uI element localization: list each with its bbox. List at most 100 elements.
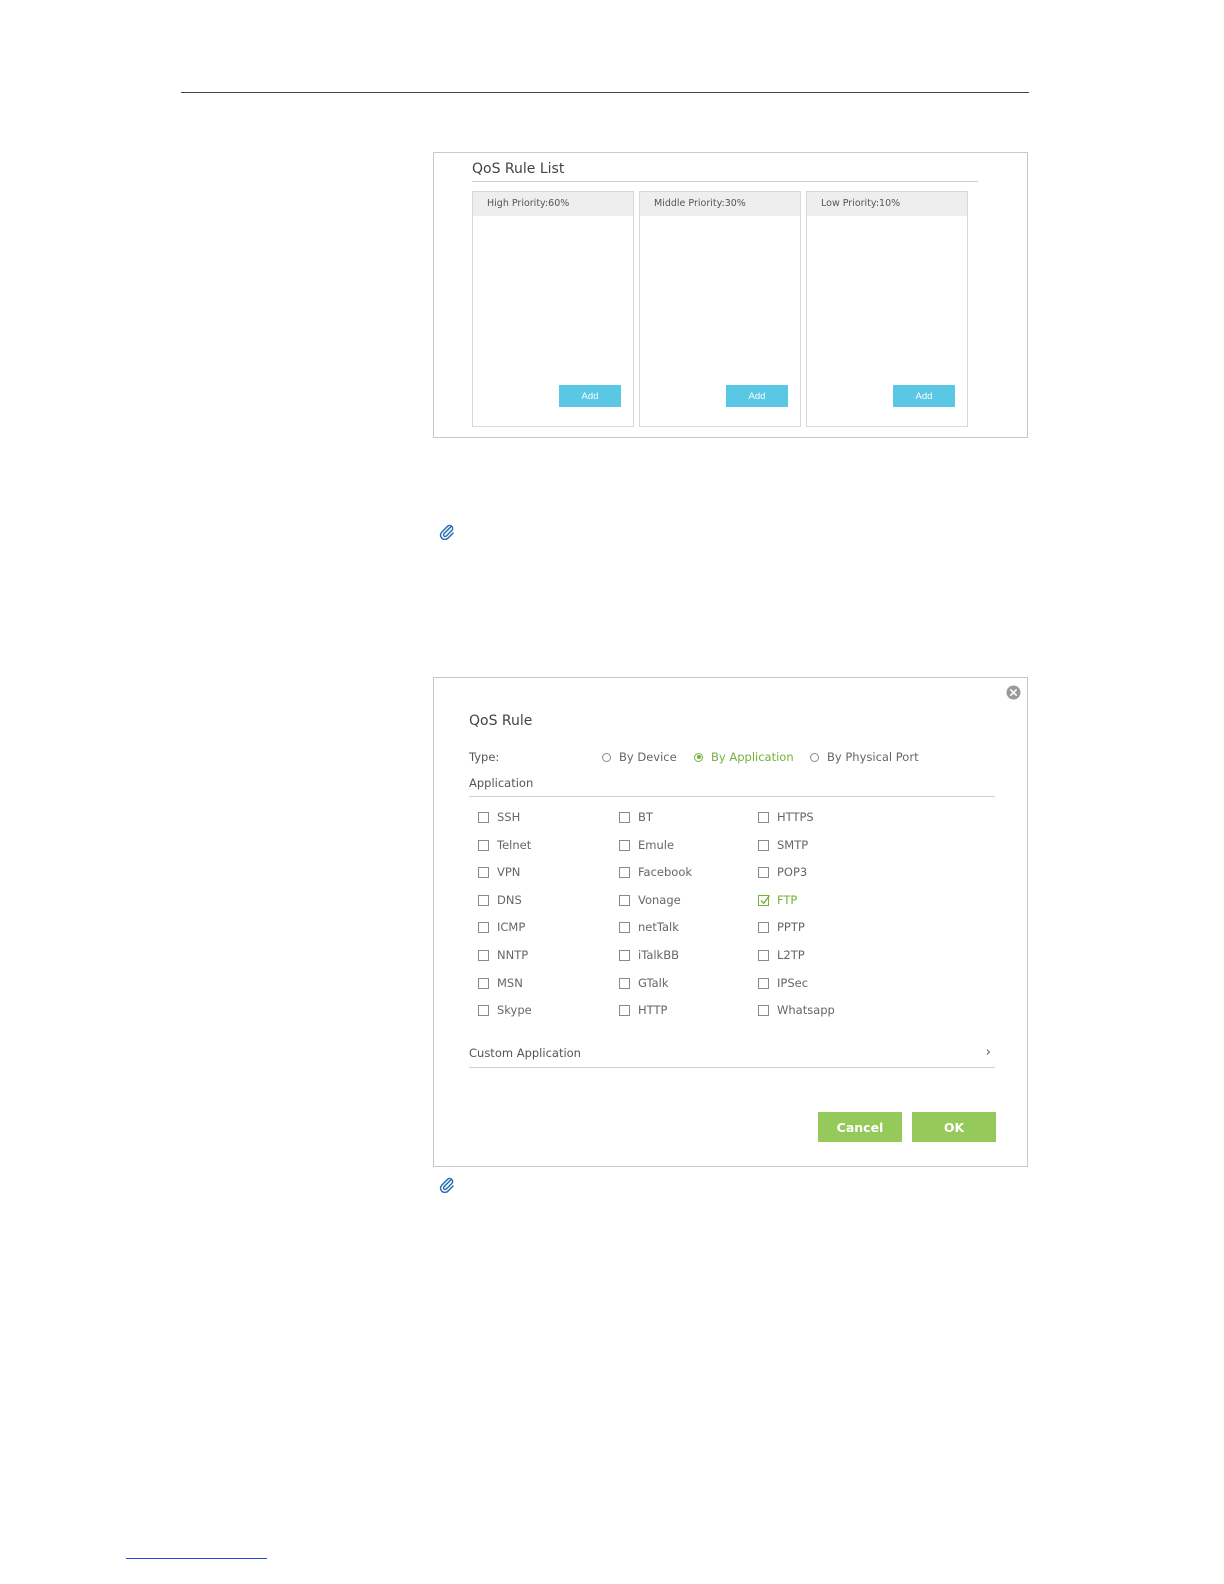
checkbox-box: [478, 1004, 489, 1016]
checkbox-label: BT: [638, 810, 653, 824]
application-label: Application: [469, 776, 534, 790]
custom-application-divider: [469, 1067, 995, 1068]
checkbox-box: [619, 977, 630, 989]
checkbox-box: [619, 921, 630, 933]
chevron-right-icon: ›: [985, 1045, 991, 1060]
checkbox-telnet[interactable]: Telnet: [478, 838, 531, 852]
checkbox-label: DNS: [497, 893, 522, 907]
ok-button[interactable]: OK: [912, 1112, 996, 1142]
radio-label: By Application: [711, 750, 794, 764]
checkbox-box-checked: [758, 894, 771, 906]
checkbox-box: [758, 977, 769, 989]
checkbox-label: iTalkBB: [638, 948, 679, 962]
checkbox-https[interactable]: HTTPS: [758, 810, 814, 824]
checkbox-nettalk[interactable]: netTalk: [619, 920, 679, 934]
add-low-priority-button[interactable]: Add: [893, 385, 955, 407]
checkbox-label: Telnet: [497, 838, 532, 852]
checkbox-label: Skype: [497, 1003, 532, 1017]
checkbox-dns[interactable]: DNS: [478, 893, 522, 907]
application-divider: [469, 796, 995, 797]
checkbox-box: [478, 866, 489, 878]
low-priority-header: Low Priority:10%: [807, 192, 967, 216]
checkbox-ssh[interactable]: SSH: [478, 810, 520, 824]
checkbox-box: [758, 866, 769, 878]
qos-rule-dialog: QoS Rule Type: By Device By Application …: [433, 677, 1028, 1167]
checkbox-box: [619, 866, 630, 878]
checkbox-box: [478, 949, 489, 961]
checkbox-label: HTTPS: [777, 810, 814, 824]
rule-list-title: QoS Rule List: [472, 161, 565, 177]
checkbox-whatsapp[interactable]: Whatsapp: [758, 1003, 835, 1017]
checkbox-ftp[interactable]: FTP: [758, 893, 797, 907]
checkbox-label: IPSec: [777, 976, 809, 990]
close-icon[interactable]: [1006, 685, 1021, 700]
checkbox-label: netTalk: [638, 920, 679, 934]
checkbox-vpn[interactable]: VPN: [478, 865, 520, 879]
radio-by-device[interactable]: By Device: [602, 750, 677, 764]
checkbox-label: MSN: [497, 976, 523, 990]
paperclip-icon: [439, 524, 454, 540]
checkbox-label: HTTP: [638, 1003, 668, 1017]
checkbox-label: POP3: [777, 865, 808, 879]
footer-link-underline: [126, 1558, 267, 1559]
radio-by-physical-port[interactable]: By Physical Port: [810, 750, 919, 764]
checkbox-facebook[interactable]: Facebook: [619, 865, 692, 879]
checkbox-box: [758, 839, 769, 851]
checkbox-box: [619, 1004, 630, 1016]
middle-priority-header: Middle Priority:30%: [640, 192, 800, 216]
custom-application-row[interactable]: Custom Application ›: [469, 1045, 995, 1068]
checkbox-vonage[interactable]: Vonage: [619, 893, 681, 907]
checkbox-box: [619, 811, 630, 823]
checkbox-emule[interactable]: Emule: [619, 838, 674, 852]
checkbox-label: ICMP: [497, 920, 526, 934]
checkbox-msn[interactable]: MSN: [478, 976, 523, 990]
radio-by-application[interactable]: By Application: [694, 750, 794, 764]
checkbox-gtalk[interactable]: GTalk: [619, 976, 669, 990]
radio-dot: [602, 752, 611, 762]
checkbox-box: [478, 921, 489, 933]
add-middle-priority-button[interactable]: Add: [726, 385, 788, 407]
high-priority-column: High Priority:60% Add: [472, 191, 634, 427]
checkbox-box: [478, 839, 489, 851]
checkbox-pptp[interactable]: PPTP: [758, 920, 805, 934]
checkbox-smtp[interactable]: SMTP: [758, 838, 808, 852]
checkbox-l2tp[interactable]: L2TP: [758, 948, 805, 962]
radio-label: By Physical Port: [827, 750, 919, 764]
checkbox-italkbb[interactable]: iTalkBB: [619, 948, 679, 962]
cancel-button[interactable]: Cancel: [818, 1112, 902, 1142]
checkbox-box: [758, 921, 769, 933]
checkbox-box: [478, 811, 489, 823]
radio-dot-selected: [694, 752, 703, 762]
checkbox-label: Facebook: [638, 865, 693, 879]
checkbox-nntp[interactable]: NNTP: [478, 948, 528, 962]
checkbox-http[interactable]: HTTP: [619, 1003, 667, 1017]
checkmark-icon: [760, 894, 771, 904]
checkbox-box: [619, 894, 630, 906]
checkbox-box: [758, 811, 769, 823]
middle-priority-column: Middle Priority:30% Add: [639, 191, 801, 427]
checkbox-bt[interactable]: BT: [619, 810, 653, 824]
checkbox-icmp[interactable]: ICMP: [478, 920, 525, 934]
type-label: Type:: [469, 750, 500, 764]
high-priority-header: High Priority:60%: [473, 192, 633, 216]
checkbox-label: Emule: [638, 838, 675, 852]
checkbox-box: [758, 949, 769, 961]
checkbox-box: [619, 949, 630, 961]
custom-application-label: Custom Application: [469, 1046, 581, 1060]
title-divider: [472, 181, 978, 182]
paperclip-icon: [439, 1177, 454, 1193]
checkbox-label: PPTP: [777, 920, 805, 934]
checkbox-label: FTP: [777, 893, 798, 907]
qos-rule-list-panel: QoS Rule List High Priority:60% Add Midd…: [433, 152, 1028, 438]
checkbox-label: Vonage: [638, 893, 681, 907]
low-priority-column: Low Priority:10% Add: [806, 191, 968, 427]
dialog-title: QoS Rule: [469, 713, 533, 729]
checkbox-skype[interactable]: Skype: [478, 1003, 532, 1017]
add-high-priority-button[interactable]: Add: [559, 385, 621, 407]
checkbox-pop3[interactable]: POP3: [758, 865, 807, 879]
page-header-rule: [181, 92, 1029, 93]
checkbox-label: L2TP: [777, 948, 805, 962]
checkbox-box: [478, 894, 489, 906]
checkbox-ipsec[interactable]: IPSec: [758, 976, 808, 990]
checkbox-box: [478, 977, 489, 989]
